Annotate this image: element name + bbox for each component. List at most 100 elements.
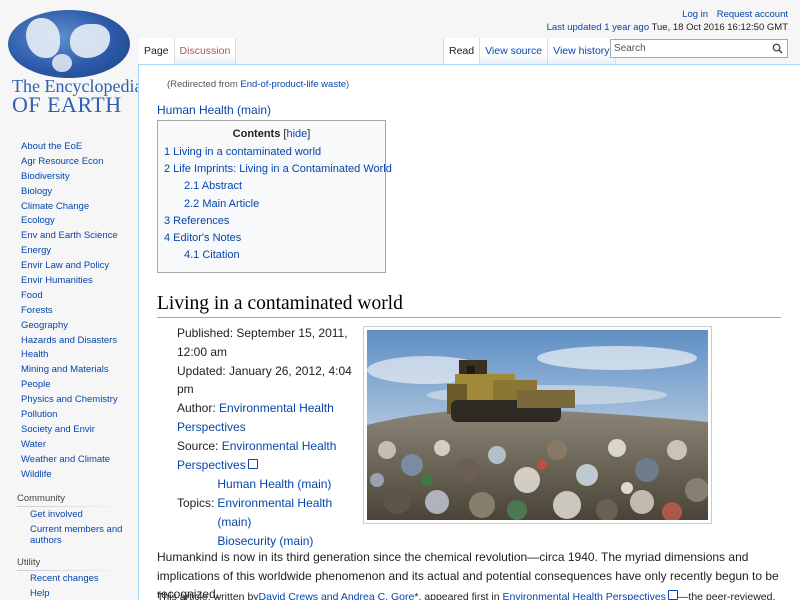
sidebar-item-envir-law-and-policy[interactable]: Envir Law and Policy: [0, 259, 138, 274]
toc-hide-toggle[interactable]: [hide]: [283, 128, 310, 140]
sidebar-item-agr-resource-econ[interactable]: Agr Resource Econ: [0, 155, 138, 170]
toc-hide-link[interactable]: hide: [286, 128, 307, 140]
sidebar-item-food[interactable]: Food: [0, 289, 138, 304]
portal-item-label[interactable]: Current members and authors: [30, 524, 122, 546]
sidebar-item-health[interactable]: Health: [0, 348, 138, 363]
tab-view-source[interactable]: View source: [480, 38, 549, 64]
sidebar-item-ecology[interactable]: Ecology: [0, 214, 138, 229]
sidebar-item-physics-and-chemistry[interactable]: Physics and Chemistry: [0, 393, 138, 408]
topics-line: Topics: Human Health (main) Environmental…: [177, 475, 357, 550]
sidebar-item-label[interactable]: Forests: [21, 305, 53, 316]
sidebar-item-wildlife[interactable]: Wildlife: [0, 468, 138, 483]
sidebar-item-energy[interactable]: Energy: [0, 244, 138, 259]
sidebar-item-people[interactable]: People: [0, 378, 138, 393]
tab-view-history-label[interactable]: View history: [553, 45, 609, 57]
last-updated-link[interactable]: Last updated 1 year ago: [547, 22, 649, 33]
search-box[interactable]: [610, 39, 788, 58]
toc-item[interactable]: 2 Life Imprints: Living in a Contaminate…: [158, 161, 392, 178]
sidebar-item-label[interactable]: Society and Envir: [21, 424, 95, 435]
authors-link[interactable]: David Crews and Andrea C. Gore: [259, 591, 415, 600]
portal-item-label[interactable]: Help: [30, 588, 50, 599]
toc-item[interactable]: 3 References: [158, 213, 385, 230]
sidebar-item-geography[interactable]: Geography: [0, 319, 138, 334]
sidebar-item-about-the-eoe[interactable]: About the EoE: [0, 140, 138, 155]
toc-item[interactable]: 1 Living in a contaminated world: [158, 144, 385, 161]
sidebar-item-forests[interactable]: Forests: [0, 304, 138, 319]
article-infobox: Published: September 15, 2011, 12:00 am …: [177, 324, 357, 551]
request-account-link[interactable]: Request account: [717, 9, 788, 20]
redirect-link[interactable]: End-of-product-life waste: [240, 79, 346, 90]
portal-item-recent-changes[interactable]: Recent changes: [0, 573, 138, 584]
sidebar-item-society-and-envir[interactable]: Society and Envir: [0, 423, 138, 438]
sidebar-item-mining-and-materials[interactable]: Mining and Materials: [0, 363, 138, 378]
toc-item[interactable]: 4 Editor's Notes: [158, 230, 385, 247]
category-link[interactable]: Human Health (main): [157, 103, 271, 117]
sidebar-item-label[interactable]: Physics and Chemistry: [21, 394, 118, 405]
sidebar-item-label[interactable]: Mining and Materials: [21, 364, 109, 375]
portal-item-get-involved[interactable]: Get involved: [0, 509, 138, 520]
tab-view-history[interactable]: View history: [548, 38, 616, 64]
toc-item[interactable]: 2.2 Main Article: [158, 196, 385, 213]
portal-item-label[interactable]: Get involved: [30, 509, 83, 520]
journal-external-link[interactable]: Environmental Health Perspectives: [503, 591, 678, 600]
portal-item-help[interactable]: Help: [0, 588, 138, 599]
sidebar-item-biology[interactable]: Biology: [0, 185, 138, 200]
sidebar-item-label[interactable]: Env and Earth Science: [21, 230, 118, 241]
toc-item[interactable]: 2.1 Abstract: [158, 178, 385, 195]
portal-item-current-members-and-authors[interactable]: Current members and authors: [0, 524, 138, 546]
tab-discussion-label[interactable]: Discussion: [180, 45, 231, 57]
sidebar-item-label[interactable]: Geography: [21, 320, 68, 331]
toc-item[interactable]: 4.1 Citation: [158, 247, 385, 264]
sidebar-item-label[interactable]: Health: [21, 349, 48, 360]
toc-item-link[interactable]: 1 Living in a contaminated world: [164, 146, 321, 158]
sidebar-item-label[interactable]: Pollution: [21, 409, 57, 420]
sidebar-item-label[interactable]: Water: [21, 439, 46, 450]
tab-view-source-label[interactable]: View source: [485, 45, 542, 57]
landfill-bulldozer-image[interactable]: [363, 326, 712, 524]
sidebar-item-climate-change[interactable]: Climate Change: [0, 200, 138, 215]
tab-page[interactable]: Page: [139, 38, 175, 64]
tab-discussion[interactable]: Discussion: [174, 38, 237, 64]
sidebar-item-water[interactable]: Water: [0, 438, 138, 453]
sidebar-item-label[interactable]: Hazards and Disasters: [21, 335, 117, 346]
toc-item-link[interactable]: 2.1 Abstract: [184, 180, 242, 192]
toc-item-link[interactable]: 4 Editor's Notes: [164, 232, 241, 244]
tab-page-label[interactable]: Page: [144, 45, 169, 57]
tab-read[interactable]: Read: [443, 38, 481, 64]
site-logo[interactable]: The Encyclopedia OF EARTH: [0, 0, 142, 120]
topic-link[interactable]: Environmental Health (main): [217, 496, 332, 529]
portal-item-label[interactable]: Recent changes: [30, 573, 99, 584]
sidebar-item-envir-humanities[interactable]: Envir Humanities: [0, 274, 138, 289]
sidebar-item-label[interactable]: Weather and Climate: [21, 454, 110, 465]
topic-item[interactable]: Human Health (main): [217, 475, 357, 494]
topic-link[interactable]: Biosecurity (main): [217, 534, 313, 548]
sidebar-item-label[interactable]: About the EoE: [21, 141, 82, 152]
sidebar-item-label[interactable]: Wildlife: [21, 469, 52, 480]
sidebar-item-label[interactable]: Envir Humanities: [21, 275, 93, 286]
sidebar-item-pollution[interactable]: Pollution: [0, 408, 138, 423]
sidebar-item-env-and-earth-science[interactable]: Env and Earth Science: [0, 229, 138, 244]
logo-text-line2: OF EARTH: [12, 92, 122, 117]
sidebar-item-label[interactable]: Food: [21, 290, 43, 301]
toc-item-link[interactable]: 2 Life Imprints: Living in a Contaminate…: [164, 163, 392, 175]
topic-item[interactable]: Environmental Health (main): [217, 494, 357, 532]
sidebar-item-label[interactable]: Climate Change: [21, 201, 89, 212]
sidebar-item-label[interactable]: Biodiversity: [21, 171, 70, 182]
sidebar-item-label[interactable]: People: [21, 379, 51, 390]
toc-item-link[interactable]: 3 References: [164, 215, 229, 227]
sidebar-item-label[interactable]: Biology: [21, 186, 52, 197]
sidebar-item-label[interactable]: Agr Resource Econ: [21, 156, 103, 167]
sidebar-item-hazards-and-disasters[interactable]: Hazards and Disasters: [0, 334, 138, 349]
search-icon[interactable]: [772, 43, 783, 54]
sidebar-item-biodiversity[interactable]: Biodiversity: [0, 170, 138, 185]
sidebar-item-label[interactable]: Energy: [21, 245, 51, 256]
search-input[interactable]: [611, 40, 761, 57]
sidebar-item-label[interactable]: Envir Law and Policy: [21, 260, 109, 271]
topic-link[interactable]: Human Health (main): [217, 477, 331, 491]
tab-read-label[interactable]: Read: [449, 45, 474, 57]
sidebar-item-weather-and-climate[interactable]: Weather and Climate: [0, 453, 138, 468]
sidebar-item-label[interactable]: Ecology: [21, 215, 55, 226]
toc-item-link[interactable]: 4.1 Citation: [184, 249, 240, 261]
login-link[interactable]: Log in: [682, 9, 708, 20]
toc-item-link[interactable]: 2.2 Main Article: [184, 198, 259, 210]
